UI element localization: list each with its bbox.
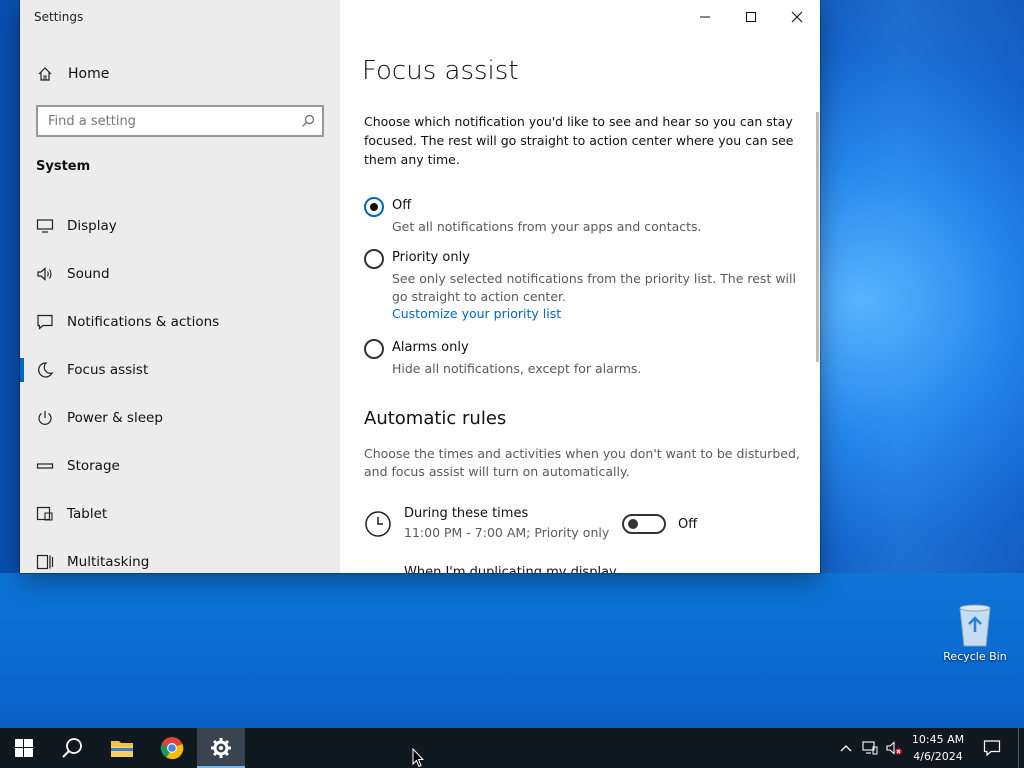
minimize-icon <box>700 16 710 18</box>
automatic-rules-desc: Choose the times and activities when you… <box>364 446 800 479</box>
maximize-icon <box>746 12 756 22</box>
volume-muted-icon[interactable] <box>886 740 902 756</box>
recycle-bin-icon <box>959 604 991 647</box>
sidebar-item-label: Focus assist <box>67 362 149 378</box>
option-title: Off <box>392 198 412 213</box>
sidebar-item-power-sleep[interactable]: Power & sleep <box>20 394 340 442</box>
window-title: Settings <box>34 10 84 24</box>
clock-date: 4/6/2024 <box>913 750 963 763</box>
home-icon <box>38 67 52 81</box>
windows-logo-icon <box>15 739 33 757</box>
close-button[interactable] <box>774 0 820 34</box>
sidebar-item-display[interactable]: Display <box>20 202 340 250</box>
clock-time: 10:45 AM <box>911 733 965 746</box>
settings-button[interactable] <box>197 728 245 768</box>
folder-icon <box>111 741 133 757</box>
power-icon <box>38 411 52 425</box>
home-label: Home <box>68 66 110 82</box>
moon-icon <box>38 362 54 378</box>
toggle-state-label: Off <box>678 517 698 532</box>
option-title: Priority only <box>392 250 470 265</box>
option-desc: Hide all notifications, except for alarm… <box>392 361 642 376</box>
sidebar-item-label: Notifications & actions <box>67 314 220 330</box>
file-explorer-button[interactable] <box>98 728 146 768</box>
sidebar-item-home[interactable]: Home <box>20 60 340 88</box>
notifications-icon <box>37 314 53 330</box>
start-button[interactable] <box>0 728 48 768</box>
chrome-icon <box>160 737 184 760</box>
settings-window: Settings Home System Display <box>20 0 820 573</box>
maximize-button[interactable] <box>728 0 774 34</box>
radio-priority-only[interactable] <box>364 249 384 269</box>
option-desc: Get all notifications from your apps and… <box>392 219 702 234</box>
minimize-button[interactable] <box>682 0 728 34</box>
sidebar-item-multitasking[interactable]: Multitasking <box>20 538 340 573</box>
show-desktop-button[interactable] <box>1018 728 1024 768</box>
sidebar-item-label: Storage <box>67 458 120 474</box>
search-input[interactable] <box>38 107 288 135</box>
sound-icon <box>37 267 52 281</box>
wallpaper-lower <box>0 573 1024 728</box>
rule-name: During these times <box>404 506 529 521</box>
rule-time: 11:00 PM - 7:00 AM; Priority only <box>404 525 610 540</box>
option-desc: See only selected notifications from the… <box>392 271 796 304</box>
search-box[interactable] <box>36 105 324 137</box>
chevron-up-icon[interactable] <box>838 740 854 756</box>
clock-icon <box>365 511 391 537</box>
multitasking-icon <box>36 554 54 570</box>
storage-icon <box>36 463 54 469</box>
main-pane: Focus assist Choose which notification y… <box>340 0 820 573</box>
rule-duplicating-display[interactable]: When I'm duplicating my display <box>404 565 617 573</box>
automatic-rules-title: Automatic rules <box>364 408 507 429</box>
sidebar-item-notifications[interactable]: Notifications & actions <box>20 298 340 346</box>
page-title: Focus assist <box>362 56 519 86</box>
window-controls <box>682 0 820 34</box>
sidebar-item-label: Multitasking <box>67 554 150 570</box>
close-icon <box>791 11 803 23</box>
rule-toggle[interactable] <box>622 514 666 534</box>
network-icon[interactable] <box>862 740 878 756</box>
mouse-cursor-icon <box>412 748 424 768</box>
sidebar-nav: Display Sound Notifications & actions Fo… <box>20 202 340 573</box>
sidebar-item-tablet[interactable]: Tablet <box>20 490 340 538</box>
radio-alarms-only[interactable] <box>364 339 384 359</box>
customize-priority-link[interactable]: Customize your priority list <box>392 306 561 321</box>
search-button[interactable] <box>48 728 96 768</box>
recycle-bin-label: Recycle Bin <box>943 650 1007 663</box>
search-icon <box>62 738 82 758</box>
action-center-icon <box>983 740 1001 757</box>
display-icon <box>36 219 54 233</box>
clock[interactable]: 10:45 AM 4/6/2024 <box>906 731 970 765</box>
recycle-bin[interactable]: Recycle Bin <box>938 600 1012 672</box>
sidebar-item-label: Display <box>67 218 117 234</box>
rule-during-times[interactable]: During these times 11:00 PM - 7:00 AM; P… <box>364 504 804 548</box>
sidebar-item-label: Tablet <box>67 506 108 522</box>
sidebar-item-label: Power & sleep <box>67 410 163 426</box>
chrome-button[interactable] <box>148 728 196 768</box>
search-icon[interactable] <box>300 113 316 129</box>
sidebar-item-focus-assist[interactable]: Focus assist <box>20 346 340 394</box>
gear-icon <box>211 738 231 758</box>
action-center-button[interactable] <box>978 728 1006 768</box>
taskbar: 10:45 AM 4/6/2024 <box>0 728 1024 768</box>
tablet-icon <box>36 506 53 521</box>
option-title: Alarms only <box>392 340 469 355</box>
sidebar-item-storage[interactable]: Storage <box>20 442 340 490</box>
sidebar-item-sound[interactable]: Sound <box>20 250 340 298</box>
sidebar-item-label: Sound <box>67 266 110 282</box>
radio-off[interactable] <box>364 197 384 217</box>
sidebar: Settings Home System Display <box>20 0 340 573</box>
scrollbar[interactable] <box>816 112 819 362</box>
section-title: System <box>36 159 91 174</box>
intro-text: Choose which notification you'd like to … <box>364 114 794 167</box>
